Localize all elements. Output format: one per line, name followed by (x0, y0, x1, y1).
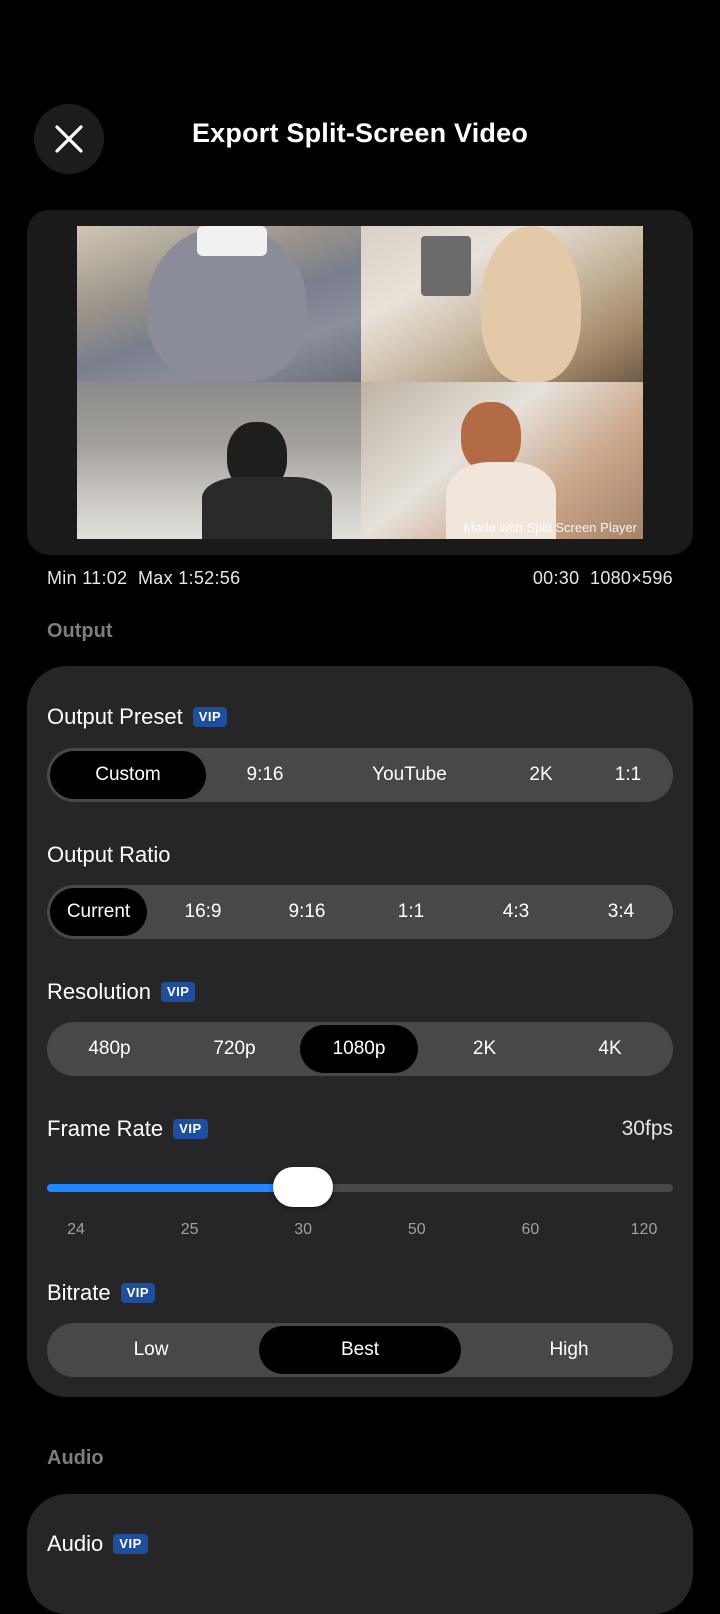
video-tile-2[interactable] (361, 226, 643, 382)
frame-rate-value: 30fps (621, 1117, 673, 1140)
video-tile-4[interactable]: Made with Split Screen Player (361, 382, 643, 539)
ratio-option-16-9[interactable]: 16:9 (151, 885, 255, 939)
output-preset-segmented-control: Custom 9:16 YouTube 2K 1:1 (47, 748, 673, 802)
vip-badge: VIP (192, 707, 228, 727)
ratio-option-3-4[interactable]: 3:4 (569, 885, 673, 939)
audio-row: Audio VIP (47, 1531, 148, 1557)
frame-rate-tick-25: 25 (180, 1221, 199, 1238)
bitrate-option-low[interactable]: Low (47, 1323, 255, 1377)
vip-badge: VIP (173, 1119, 208, 1139)
ratio-option-4-3[interactable]: 4:3 (464, 885, 568, 939)
audio-label: Audio (47, 1531, 104, 1556)
resolution-row: Resolution VIP (47, 979, 196, 1005)
frame-rate-tick-60: 60 (521, 1221, 540, 1238)
output-preset-label: Output Preset (47, 704, 183, 729)
output-ratio-segmented-control: Current 16:9 9:16 1:1 4:3 3:4 (47, 885, 673, 939)
resolution-segmented-control: 480p 720p 1080p 2K 4K (47, 1022, 673, 1076)
frame-rate-tick-120: 120 (630, 1221, 658, 1238)
min-max-duration: Min 11:02 Max 1:52:56 (47, 568, 241, 588)
section-audio-label: Audio (47, 1447, 104, 1469)
output-preset-row: Output Preset VIP (47, 704, 228, 730)
preset-option-9-16[interactable]: 9:16 (207, 748, 323, 802)
vip-badge: VIP (120, 1283, 156, 1303)
frame-rate-label: Frame Rate (47, 1116, 164, 1141)
resolution-option-720p[interactable]: 720p (172, 1022, 297, 1076)
preset-option-youtube[interactable]: YouTube (337, 748, 482, 802)
frame-rate-tick-50: 50 (407, 1221, 426, 1238)
vip-badge: VIP (160, 982, 196, 1002)
split-screen-grid[interactable]: Made with Split Screen Player (77, 226, 643, 539)
preset-option-1-1[interactable]: 1:1 (595, 748, 661, 802)
preset-option-2k[interactable]: 2K (497, 748, 585, 802)
frame-rate-tick-30: 30 (294, 1221, 313, 1238)
bitrate-option-high[interactable]: High (465, 1323, 673, 1377)
section-output-label: Output (47, 620, 113, 642)
vip-badge: VIP (113, 1534, 148, 1554)
bitrate-label: Bitrate (47, 1280, 111, 1305)
output-ratio-label: Output Ratio (47, 842, 171, 867)
output-ratio-row: Output Ratio (47, 842, 171, 868)
resolution-label: Resolution (47, 979, 151, 1004)
bitrate-option-best[interactable]: Best (259, 1326, 461, 1374)
frame-rate-slider-fill (47, 1184, 304, 1192)
resolution-option-480p[interactable]: 480p (47, 1022, 172, 1076)
resolution-option-4k[interactable]: 4K (547, 1022, 673, 1076)
watermark-text: Made with Split Screen Player (463, 520, 637, 535)
page-title: Export Split-Screen Video (191, 118, 529, 148)
resolution-option-2k[interactable]: 2K (422, 1022, 547, 1076)
video-tile-3[interactable] (77, 382, 361, 539)
bitrate-segmented-control: Low Best High (47, 1323, 673, 1377)
ratio-option-current[interactable]: Current (50, 888, 147, 936)
frame-rate-slider-thumb[interactable] (273, 1167, 334, 1207)
bitrate-row: Bitrate VIP (47, 1280, 156, 1306)
preset-option-custom[interactable]: Custom (50, 751, 206, 799)
frame-rate-row: Frame Rate VIP (47, 1116, 208, 1142)
video-tile-1[interactable] (77, 226, 361, 382)
resolution-option-1080p[interactable]: 1080p (300, 1025, 418, 1073)
frame-rate-tick-24: 24 (67, 1221, 85, 1238)
ratio-option-9-16[interactable]: 9:16 (255, 885, 359, 939)
ratio-option-1-1[interactable]: 1:1 (359, 885, 463, 939)
duration-resolution: 00:30 1080×596 (532, 568, 673, 588)
